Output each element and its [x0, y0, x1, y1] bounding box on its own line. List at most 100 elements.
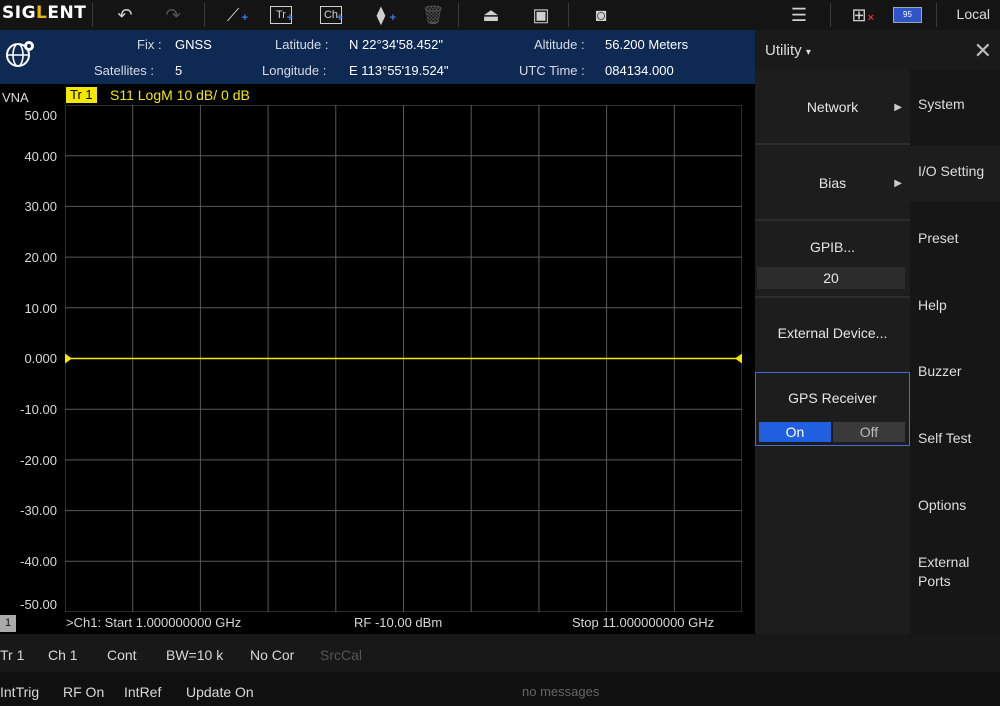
y-tick-label: -30.00: [20, 503, 57, 518]
status-correction[interactable]: No Cor: [250, 647, 294, 663]
y-tick-label: -40.00: [20, 554, 57, 569]
latitude-value: N 22°34'58.452": [349, 37, 443, 52]
bias-label: Bias: [818, 175, 847, 191]
status-trace[interactable]: Tr 1: [0, 647, 24, 663]
toolbar-separator: [568, 3, 569, 27]
status-bar-system: IntTrig RF On IntRef Update On no messag…: [0, 672, 1000, 706]
y-tick-label: 40.00: [24, 149, 57, 164]
status-trigger[interactable]: IntTrig: [0, 684, 39, 700]
rf-power-label[interactable]: RF -10.00 dBm: [354, 615, 442, 630]
message-area: no messages: [522, 684, 600, 699]
y-tick-label: 10.00: [24, 301, 57, 316]
trace-badge[interactable]: Tr 1: [66, 87, 97, 103]
plot-grid: [65, 105, 742, 612]
fix-label: Fix :: [137, 37, 162, 52]
side-item-help[interactable]: Help: [918, 296, 947, 315]
utility-menu: Network ▶ Bias ▶ GPIB... 20 External Dev…: [755, 70, 910, 634]
recall-icon[interactable]: ⏏: [478, 4, 504, 26]
gps-info-bar: Fix : GNSS Satellites : 5 Latitude : N 2…: [0, 30, 755, 84]
y-tick-label: 50.00: [24, 108, 57, 123]
status-srccal[interactable]: SrcCal: [320, 647, 362, 663]
battery-indicator: 95: [893, 7, 922, 23]
menu-divider: [755, 219, 910, 221]
y-tick-label: -50.00: [20, 597, 57, 612]
measurement-icon[interactable]: ⟋ +: [220, 4, 248, 26]
add-trace-icon[interactable]: Tr +: [270, 6, 293, 24]
y-tick-label: 30.00: [24, 199, 57, 214]
y-tick-label: 0.000: [24, 351, 57, 366]
toolbar-separator: [830, 3, 831, 27]
undo-icon[interactable]: ↶: [112, 4, 138, 26]
side-item-buzzer[interactable]: Buzzer: [918, 362, 962, 381]
status-rf[interactable]: RF On: [63, 684, 104, 700]
vna-label: VNA: [2, 90, 29, 105]
toolbar-separator: [458, 3, 459, 27]
utility-menu-header: Utility ▾ ✕: [755, 30, 1000, 70]
start-frequency-label[interactable]: >Ch1: Start 1.000000000 GHz: [66, 615, 241, 630]
gps-receiver-control: GPS Receiver On Off: [755, 372, 910, 446]
status-sweep-mode[interactable]: Cont: [107, 647, 137, 663]
menu-divider: [755, 296, 910, 298]
utc-time-label: UTC Time :: [519, 63, 585, 78]
save-icon[interactable]: ▣: [528, 4, 554, 26]
gpib-address-field[interactable]: 20: [757, 267, 905, 289]
reference-marker-left[interactable]: [65, 353, 72, 364]
siglent-logo: SIGLENT: [2, 3, 87, 23]
external-ports-line2: Ports: [918, 573, 951, 589]
delete-icon[interactable]: 🗑: [420, 4, 446, 26]
add-marker-icon[interactable]: ⧫ +: [368, 4, 396, 26]
redo-icon[interactable]: ↷: [160, 4, 186, 26]
side-item-io-setting[interactable]: I/O Setting: [918, 162, 984, 181]
bias-menu-item[interactable]: Bias ▶: [755, 175, 910, 191]
satellites-label: Satellites :: [94, 63, 154, 78]
gps-receiver-label: GPS Receiver: [788, 390, 877, 406]
globe-icon: [6, 41, 34, 67]
status-bandwidth[interactable]: BW=10 k: [166, 647, 223, 663]
close-icon[interactable]: ✕: [974, 38, 992, 64]
toolbar-separator: [936, 3, 937, 27]
satellites-value: 5: [175, 63, 183, 78]
channel-indicator[interactable]: 1: [0, 615, 16, 632]
gps-off-toggle[interactable]: Off: [833, 422, 905, 442]
utility-side-menu: System I/O Setting Preset Help Buzzer Se…: [910, 70, 1000, 634]
longitude-value: E 113°55'19.524": [349, 63, 449, 78]
status-bar-channel: Tr 1 Ch 1 Cont BW=10 k No Cor SrcCal: [0, 634, 1000, 672]
y-tick-label: 20.00: [24, 250, 57, 265]
arrow-right-icon: ▶: [894, 178, 902, 189]
reference-marker-right[interactable]: [735, 353, 742, 364]
y-tick-label: -10.00: [20, 402, 57, 417]
gps-on-toggle[interactable]: On: [759, 422, 831, 442]
utc-time-value: 084134.000: [605, 63, 674, 78]
side-item-self-test[interactable]: Self Test: [918, 429, 971, 448]
toolbar-separator: [204, 3, 205, 27]
screenshot-icon[interactable]: ◙: [588, 4, 614, 26]
stop-frequency-label[interactable]: Stop 11.000000000 GHz: [572, 615, 714, 630]
network-menu-item[interactable]: Network ▶: [755, 99, 910, 115]
toolbar-separator: [92, 3, 93, 27]
side-item-preset[interactable]: Preset: [918, 229, 958, 248]
status-channel[interactable]: Ch 1: [48, 647, 78, 663]
network-label: Network: [806, 99, 859, 115]
add-channel-icon[interactable]: Ch +: [320, 6, 343, 24]
menu-divider: [755, 143, 910, 145]
latitude-label: Latitude :: [275, 37, 329, 52]
network-icon[interactable]: ⊞ ×: [846, 4, 874, 26]
fix-value: GNSS: [175, 37, 212, 52]
altitude-label: Altitude :: [534, 37, 585, 52]
longitude-label: Longitude :: [262, 63, 327, 78]
side-item-options[interactable]: Options: [918, 496, 966, 515]
gpib-menu-item[interactable]: GPIB...: [755, 239, 910, 255]
utility-title-text: Utility: [765, 42, 802, 59]
altitude-value: 56.200 Meters: [605, 37, 689, 52]
arrow-right-icon: ▶: [894, 102, 902, 113]
menu-icon[interactable]: ☰: [786, 4, 812, 26]
trace-info[interactable]: S11 LogM 10 dB/ 0 dB: [110, 87, 250, 103]
side-item-external-ports[interactable]: External Ports: [918, 553, 969, 591]
status-reference[interactable]: IntRef: [124, 684, 161, 700]
side-item-system[interactable]: System: [918, 95, 965, 114]
utility-title[interactable]: Utility ▾: [765, 42, 811, 59]
local-label[interactable]: Local: [957, 6, 990, 22]
status-update[interactable]: Update On: [186, 684, 254, 700]
top-toolbar: SIGLENT ↶ ↷ ⟋ + Tr + Ch + ⧫ + 🗑 ⏏ ▣ ◙ ☰ ⊞ × 9…: [0, 0, 1000, 30]
external-device-menu-item[interactable]: External Device...: [755, 325, 910, 341]
